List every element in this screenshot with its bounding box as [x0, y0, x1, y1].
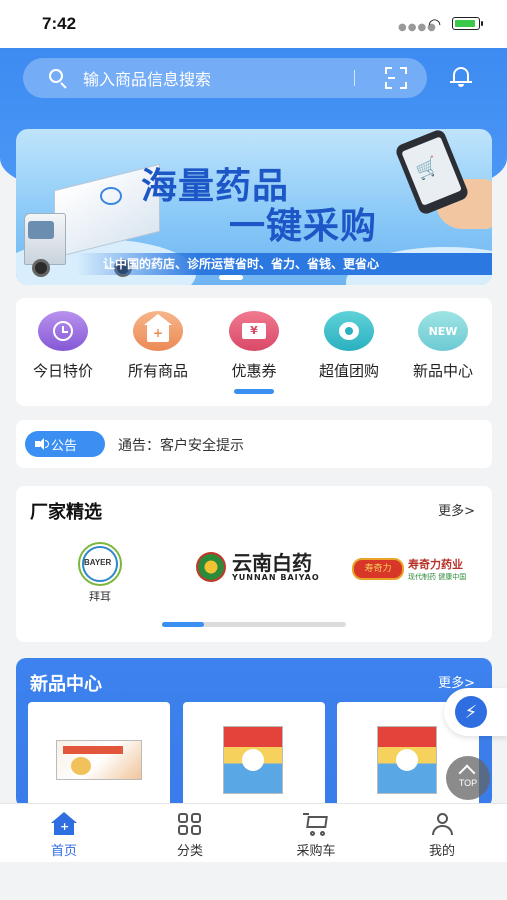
brand-name: 拜耳 — [89, 590, 111, 603]
tab-label: 分类 — [176, 844, 203, 859]
quick-nav-group-buy[interactable]: 超值团购 — [304, 311, 394, 381]
tab-label: 首页 — [50, 844, 77, 859]
banner-slogan: 让中国的药店、诊所运营省时、省力、省钱、更省心 — [103, 257, 380, 271]
brand-name: 云南白药 — [232, 550, 312, 575]
tab-home[interactable]: + 首页 — [24, 812, 104, 859]
wifi-icon: ◠ — [428, 15, 442, 33]
brand-bayer[interactable]: BAYER 拜耳 — [72, 542, 128, 604]
bayer-logo-icon: BAYER — [78, 542, 122, 586]
product-card[interactable] — [28, 702, 170, 808]
quick-nav: 今日特价 + 所有商品 ¥ 优惠券 超值团购 NEW 新品中心 — [16, 298, 492, 406]
quick-order-button[interactable]: ⚡ — [444, 688, 507, 736]
quick-nav-new-products[interactable]: NEW 新品中心 — [398, 311, 488, 381]
brands-more-link[interactable]: 更多> — [438, 500, 475, 519]
brand-name: 寿奇力药业 — [408, 558, 463, 571]
search-input[interactable]: 输入商品信息搜索 — [83, 66, 354, 90]
product-card[interactable] — [183, 702, 325, 808]
shouqili-logo-icon: 寿奇力 — [352, 558, 404, 580]
brands-scroll-thumb — [162, 622, 204, 627]
search-divider — [354, 70, 355, 86]
notice-bar[interactable]: 公告 通告：客户安全提示 — [16, 420, 492, 468]
quick-nav-label: 超值团购 — [318, 362, 379, 380]
bell-icon[interactable] — [450, 64, 472, 88]
notice-text[interactable]: 通告：客户安全提示 — [118, 437, 244, 451]
quick-nav-daily-special[interactable]: 今日特价 — [18, 311, 108, 381]
category-grid-icon — [177, 812, 203, 836]
quick-nav-coupons[interactable]: ¥ 优惠券 — [209, 311, 299, 381]
product-image — [377, 726, 437, 794]
alarm-clock-icon — [38, 311, 88, 351]
banner-page-indicator — [219, 275, 243, 280]
product-image — [223, 726, 283, 794]
banner-title-line2: 一键采购 — [229, 206, 378, 247]
store-icon: + — [133, 311, 183, 351]
cart-icon — [303, 812, 329, 836]
quick-nav-label: 所有商品 — [127, 362, 188, 380]
scan-icon[interactable] — [385, 67, 407, 89]
yunnan-baiyao-logo-icon — [196, 552, 226, 582]
back-to-top-button[interactable]: TOP — [446, 756, 490, 800]
brand-yunnan-baiyao[interactable]: 云南白药 YUNNAN BAIYAO — [196, 552, 320, 582]
brand-tagline: 现代制药 健康中国 — [408, 573, 467, 581]
group-buy-icon — [324, 311, 374, 351]
status-time: 7:42 — [42, 14, 77, 33]
quick-nav-label: 优惠券 — [231, 362, 277, 380]
brand-shouqili[interactable]: 寿奇力 寿奇力药业 现代制药 健康中国 — [352, 556, 466, 582]
new-products-section: 新品中心 更多> — [16, 658, 492, 808]
tab-profile[interactable]: 我的 — [402, 812, 482, 859]
coupon-icon: ¥ — [229, 311, 279, 351]
brand-logo-text: YUNNAN BAIYAO — [232, 572, 320, 582]
quick-nav-all-products[interactable]: + 所有商品 — [113, 311, 203, 381]
speaker-icon — [35, 438, 49, 450]
brands-scroll-track — [162, 622, 346, 627]
new-badge-icon: NEW — [418, 311, 468, 351]
notice-badge: 公告 — [25, 431, 105, 457]
status-bar: 7:42 ●●●● ◠ — [0, 0, 507, 48]
tab-label: 我的 — [428, 844, 455, 859]
quick-nav-active-indicator — [234, 389, 274, 394]
search-icon — [47, 67, 69, 89]
search-bar[interactable]: 输入商品信息搜索 — [23, 58, 427, 98]
section-title: 厂家精选 — [30, 502, 102, 523]
notice-badge-label: 公告 — [51, 438, 78, 454]
product-image — [56, 740, 142, 780]
home-icon: + — [51, 812, 77, 836]
tab-label: 采购车 — [296, 844, 336, 859]
promo-banner[interactable]: 🛒 海量药品 一键采购 让中国的药店、诊所运营省时、省力、省钱、更省心 — [16, 129, 492, 285]
tab-bar: + 首页 分类 采购车 我的 — [0, 803, 507, 862]
quick-nav-label: 今日特价 — [32, 362, 93, 380]
back-to-top-label: TOP — [458, 778, 478, 788]
quick-nav-label: 新品中心 — [412, 362, 473, 380]
user-icon — [429, 812, 455, 836]
lightning-icon: ⚡ — [455, 696, 487, 728]
battery-icon — [452, 17, 483, 30]
featured-brands-section: 厂家精选 更多> BAYER 拜耳 云南白药 YUNNAN BAIYAO 寿奇力… — [16, 486, 492, 642]
section-title: 新品中心 — [30, 674, 102, 695]
tab-category[interactable]: 分类 — [150, 812, 230, 859]
tab-cart[interactable]: 采购车 — [276, 812, 356, 859]
